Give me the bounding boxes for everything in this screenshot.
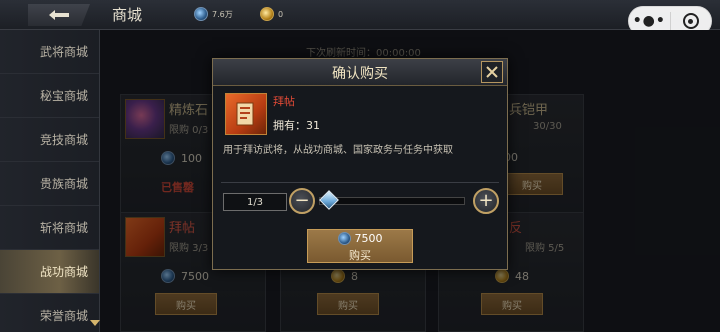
gold-coin-icon [260, 7, 274, 21]
visiting-card-icon [225, 93, 267, 135]
currency-gold-value: 0 [278, 9, 284, 19]
quantity-slider[interactable] [319, 197, 465, 205]
sidebar-item-arena-shop[interactable]: 竞技商城 [0, 118, 99, 162]
confirm-purchase-dialog: 确认购买 拜帖 拥有：31 用于拜访武将，从战功商城、国家政务与任务中获取 1/… [212, 58, 508, 270]
item-description: 用于拜访武将，从战功商城、国家政务与任务中获取 [223, 145, 453, 156]
dialog-title: 确认购买 [332, 66, 388, 82]
sidebar-item-treasure-shop[interactable]: 秘宝商城 [0, 74, 99, 118]
plus-icon: + [478, 190, 494, 211]
total-cost: 7500 [308, 232, 412, 245]
target-icon [682, 13, 699, 29]
currency-blue-value: 7.6万 [212, 9, 233, 19]
buy-button-label: 购买 [349, 249, 371, 262]
scroll-icon [236, 102, 254, 126]
sidebar-item-merit-shop[interactable]: 战功商城 [0, 250, 99, 294]
close-button[interactable] [481, 61, 503, 83]
shop-sidebar: 武将商城 秘宝商城 竞技商城 贵族商城 斩将商城 战功商城 荣誉商城 [0, 30, 100, 332]
item-name: 拜帖 [273, 95, 295, 108]
sidebar-item-general-shop[interactable]: 武将商城 [0, 30, 99, 74]
top-bar: 商城 7.6万 0 •●• [0, 0, 720, 36]
owned-value: 31 [306, 119, 320, 132]
confirm-buy-button[interactable]: 7500 购买 [307, 229, 413, 263]
owned-count: 拥有：31 [273, 117, 320, 133]
page-title: 商城 [112, 6, 143, 24]
owned-label: 拥有： [273, 119, 306, 132]
slider-handle[interactable] [319, 190, 339, 210]
sidebar-item-noble-shop[interactable]: 贵族商城 [0, 162, 99, 206]
dialog-header: 确认购买 [213, 59, 507, 86]
minus-icon: − [294, 190, 310, 211]
more-dots-icon: •●• [632, 13, 666, 29]
scroll-down-icon[interactable] [90, 320, 100, 326]
dialog-divider [221, 182, 499, 183]
merit-coin-icon [337, 232, 351, 245]
sidebar-item-slay-shop[interactable]: 斩将商城 [0, 206, 99, 250]
currency-gold: 0 [260, 7, 283, 21]
decrease-button[interactable]: − [289, 188, 315, 214]
quantity-display: 1/3 [223, 193, 287, 211]
merit-coin-icon [194, 7, 208, 21]
close-icon [486, 66, 498, 78]
total-cost-value: 7500 [354, 232, 383, 245]
increase-button[interactable]: + [473, 188, 499, 214]
sidebar-item-honor-shop[interactable]: 荣誉商城 [0, 294, 99, 332]
currency-blue: 7.6万 [194, 7, 233, 21]
back-button[interactable] [28, 4, 90, 26]
back-arrow-icon [49, 10, 69, 20]
